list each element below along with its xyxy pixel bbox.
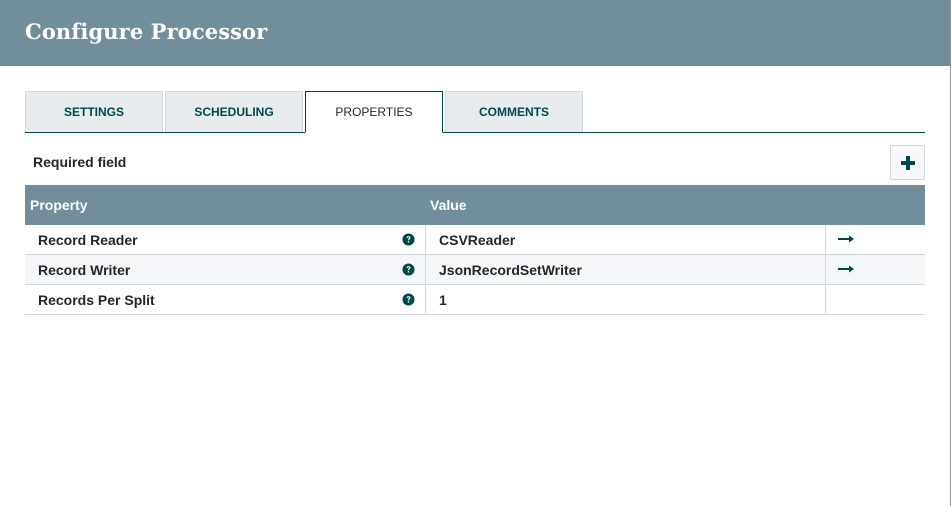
property-name: Records Per Split — [38, 292, 155, 308]
table-header: Property Value — [25, 185, 925, 225]
column-divider — [425, 285, 426, 314]
property-name: Record Writer — [38, 262, 131, 278]
question-circle-icon[interactable] — [402, 263, 415, 276]
arrow-right-icon[interactable] — [838, 234, 854, 244]
column-divider — [425, 255, 426, 284]
required-field-label: Required field — [33, 154, 127, 170]
properties-table: Property Value Record Reader CSVReader R… — [25, 185, 925, 315]
column-divider — [825, 255, 826, 284]
dialog-title: Configure Processor — [25, 19, 268, 44]
tab-bar: SETTINGS SCHEDULING PROPERTIES COMMENTS — [25, 91, 925, 133]
property-value[interactable]: JsonRecordSetWriter — [439, 262, 582, 278]
table-row[interactable]: Records Per Split 1 — [25, 285, 925, 315]
add-property-button[interactable] — [890, 145, 925, 180]
column-divider — [425, 225, 426, 254]
column-divider — [825, 285, 826, 314]
tab-properties[interactable]: PROPERTIES — [305, 91, 443, 133]
tab-settings[interactable]: SETTINGS — [25, 91, 163, 132]
tab-label: SCHEDULING — [194, 105, 274, 119]
tab-scheduling[interactable]: SCHEDULING — [165, 91, 303, 132]
plus-icon — [900, 155, 915, 170]
tab-label: PROPERTIES — [335, 105, 413, 119]
arrow-right-icon[interactable] — [838, 264, 854, 274]
question-circle-icon[interactable] — [402, 293, 415, 306]
property-value[interactable]: 1 — [439, 292, 447, 308]
tab-label: SETTINGS — [63, 105, 124, 119]
property-name: Record Reader — [38, 232, 138, 248]
tab-label: COMMENTS — [479, 105, 549, 119]
column-header-property[interactable]: Property — [30, 197, 88, 213]
column-divider — [825, 225, 826, 254]
table-row[interactable]: Record Writer JsonRecordSetWriter — [25, 255, 925, 285]
tab-comments[interactable]: COMMENTS — [445, 91, 583, 132]
dialog-header: Configure Processor — [0, 0, 950, 66]
column-header-value[interactable]: Value — [430, 197, 467, 213]
question-circle-icon[interactable] — [402, 233, 415, 246]
property-value[interactable]: CSVReader — [439, 232, 515, 248]
table-row[interactable]: Record Reader CSVReader — [25, 225, 925, 255]
